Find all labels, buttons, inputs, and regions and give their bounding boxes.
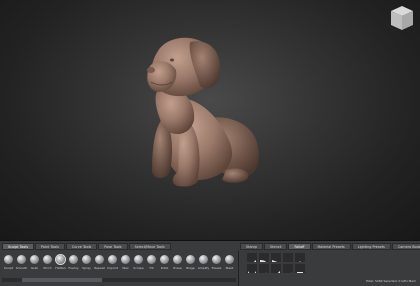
erase-brush-icon [173, 255, 182, 264]
status-readout: Total: 5264 Selected: 0 GPU Mem [365, 279, 416, 283]
tool-erase[interactable]: Erase [171, 253, 184, 275]
tool-pinch[interactable]: Pinch [41, 253, 54, 275]
falloff-5-swatch[interactable] [295, 253, 305, 262]
tool-label: Smooth [15, 266, 28, 270]
tool-label: Pinch [43, 266, 52, 270]
tool-grab[interactable]: Grab [28, 253, 41, 275]
3d-viewport[interactable] [0, 0, 420, 240]
foamy-brush-icon [69, 255, 78, 264]
tab-lighting-presets[interactable]: Lighting Presets [351, 243, 391, 250]
bulge-brush-icon [186, 255, 195, 264]
tool-label: Erase [173, 266, 182, 270]
falloff-8-swatch[interactable] [271, 264, 281, 273]
falloff-1-swatch[interactable] [247, 253, 257, 262]
tool-freeze[interactable]: Freeze [210, 253, 223, 275]
tab-stamp[interactable]: Stamp [240, 243, 264, 250]
tool-label: Foamy [68, 266, 79, 270]
tool-label: Repeat [94, 266, 105, 270]
tool-knife[interactable]: Knife [158, 253, 171, 275]
falloff-3-swatch[interactable] [271, 253, 281, 262]
tool-foamy[interactable]: Foamy [67, 253, 80, 275]
tool-imprint[interactable]: Imprint [106, 253, 119, 275]
tool-label: Spray [82, 266, 91, 270]
tool-label: Flatten [55, 266, 66, 270]
tab-camera-bookmarks[interactable]: Camera Bookmarks [391, 243, 420, 250]
amplify-brush-icon [199, 255, 208, 264]
tool-fill[interactable]: Fill [145, 253, 158, 275]
wax-brush-icon [121, 255, 130, 264]
tool-label: Scrape [133, 266, 144, 270]
tool-label: Knife [160, 266, 169, 270]
navigation-cube-icon[interactable] [389, 4, 415, 32]
scrollbar-thumb[interactable] [22, 278, 102, 282]
tool-label: Amplify [197, 266, 210, 270]
tool-label: Grab [30, 266, 39, 270]
tool-spray[interactable]: Spray [80, 253, 93, 275]
tool-label: Mask [225, 266, 234, 270]
tab-paint-tools[interactable]: Paint Tools [35, 243, 65, 250]
tab-curve-tools[interactable]: Curve Tools [65, 243, 98, 250]
sculpt-tool-tray: Sculpt Smooth Grab Pinch Flatten Foamy Spray Re… [2, 253, 236, 275]
falloff-6-swatch[interactable] [247, 264, 257, 273]
repeat-brush-icon [95, 255, 104, 264]
tool-scrape[interactable]: Scrape [132, 253, 145, 275]
tool-tray-tabs: Sculpt Tools Paint Tools Curve Tools Pose T… [2, 243, 171, 250]
falloff-10-swatch[interactable] [295, 264, 305, 273]
imprint-brush-icon [108, 255, 117, 264]
tool-bulge[interactable]: Bulge [184, 253, 197, 275]
bottom-tool-panel: Sculpt Tools Paint Tools Curve Tools Pose T… [0, 240, 420, 286]
falloff-preset-grid [247, 253, 305, 273]
tab-pose-tools[interactable]: Pose Tools [98, 243, 128, 250]
freeze-brush-icon [212, 255, 221, 264]
tool-sculpt[interactable]: Sculpt [2, 253, 15, 275]
fill-brush-icon [147, 255, 156, 264]
dog-sculpt-model[interactable] [0, 0, 420, 240]
tab-select-move-tools[interactable]: Select/Move Tools [128, 243, 171, 250]
falloff-2-swatch[interactable] [259, 253, 269, 262]
smooth-brush-icon [17, 255, 26, 264]
falloff-4-swatch[interactable] [283, 253, 293, 262]
tool-label: Sculpt [3, 266, 14, 270]
tab-falloff[interactable]: Falloff [288, 243, 311, 250]
knife-brush-icon [160, 255, 169, 264]
tool-mask[interactable]: Mask [223, 253, 236, 275]
tool-tray-scrollbar[interactable] [2, 278, 236, 282]
tool-amplify[interactable]: Amplify [197, 253, 210, 275]
tool-label: Fill [149, 266, 154, 270]
falloff-9-swatch[interactable] [283, 264, 293, 273]
tray-divider [238, 251, 239, 286]
tool-label: Imprint [107, 266, 118, 270]
pinch-brush-icon [43, 255, 52, 264]
falloff-7-swatch[interactable] [259, 264, 269, 273]
tab-stencil[interactable]: Stencil [264, 243, 288, 250]
tool-label: Freeze [211, 266, 222, 270]
flatten-brush-icon [56, 255, 65, 264]
tool-label: Bulge [186, 266, 195, 270]
tool-label: Wax [122, 266, 129, 270]
grab-brush-icon [30, 255, 39, 264]
tab-sculpt-tools[interactable]: Sculpt Tools [2, 243, 35, 250]
tool-smooth[interactable]: Smooth [15, 253, 28, 275]
tool-repeat[interactable]: Repeat [93, 253, 106, 275]
tab-material-presets[interactable]: Material Presets [311, 243, 351, 250]
tool-wax[interactable]: Wax [119, 253, 132, 275]
preset-tray-tabs: Stamp Stencil Falloff Material Presets Light… [240, 243, 420, 250]
sculpt-brush-icon [4, 255, 13, 264]
scrape-brush-icon [134, 255, 143, 264]
spray-brush-icon [82, 255, 91, 264]
mask-brush-icon [225, 255, 234, 264]
tool-flatten[interactable]: Flatten [54, 253, 67, 275]
